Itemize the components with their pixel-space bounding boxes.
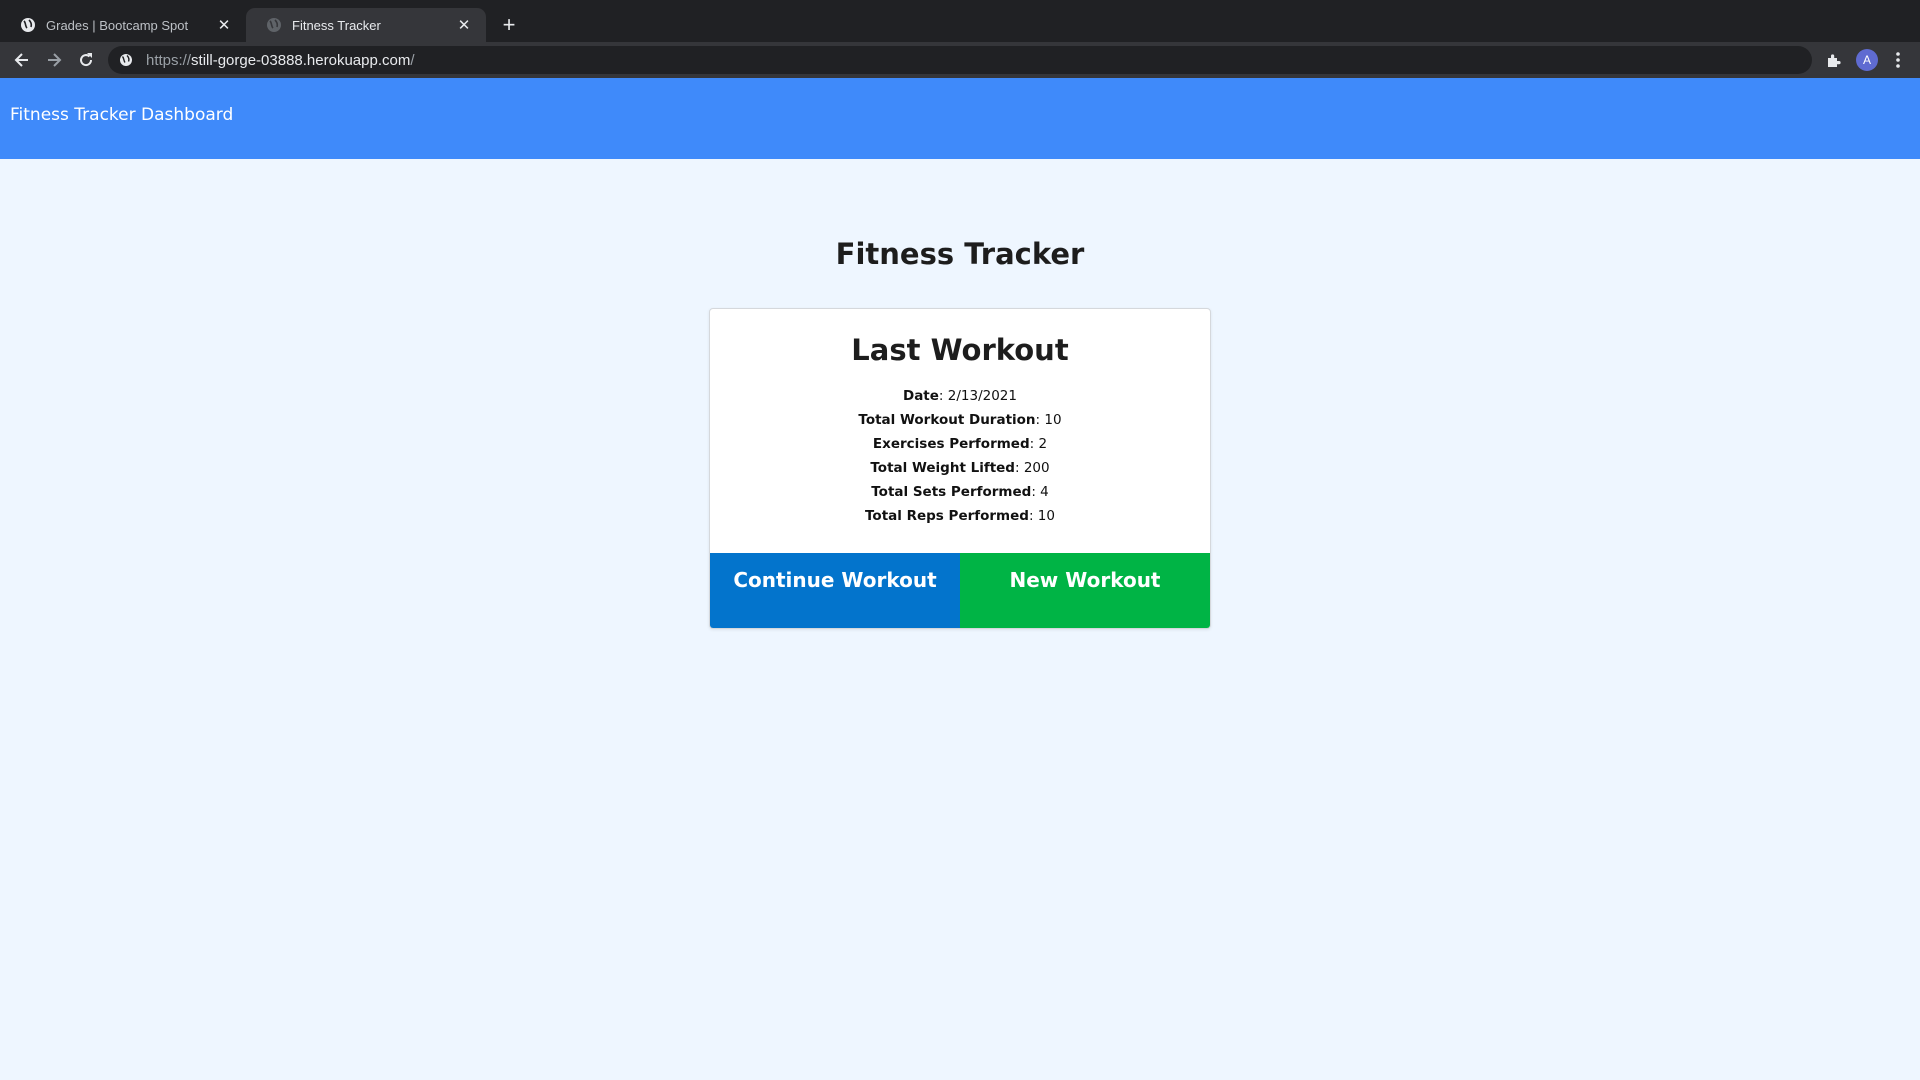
- stat-total-duration: Total Workout Duration: 10: [858, 412, 1062, 428]
- url-host: still-gorge-03888.herokuapp.com: [191, 51, 411, 69]
- stat-total-weight: Total Weight Lifted: 200: [870, 460, 1050, 476]
- stat-value: 2/13/2021: [947, 388, 1017, 404]
- back-arrow-icon[interactable]: [10, 48, 34, 72]
- site-info-icon[interactable]: [118, 52, 134, 68]
- new-tab-button[interactable]: +: [496, 13, 522, 39]
- stat-label: Date: [902, 388, 939, 404]
- forward-arrow-icon[interactable]: [42, 48, 66, 72]
- browser-tab-strip: Grades | Bootcamp Spot ✕ Fitness Tracker…: [0, 0, 1920, 42]
- page-title: Fitness Tracker: [835, 237, 1085, 271]
- profile-avatar[interactable]: A: [1856, 49, 1878, 71]
- stat-total-sets: Total Sets Performed: 4: [871, 484, 1049, 500]
- close-tab-icon[interactable]: ✕: [214, 15, 234, 35]
- tab-title: Grades | Bootcamp Spot: [46, 17, 189, 33]
- last-workout-card: Last Workout Date: 2/13/2021 Total Worko…: [709, 308, 1211, 629]
- stat-total-reps: Total Reps Performed: 10: [865, 508, 1055, 524]
- extensions-puzzle-icon[interactable]: [1822, 48, 1846, 72]
- tab-title: Fitness Tracker: [292, 17, 381, 33]
- globe-icon: [20, 17, 36, 33]
- url-scheme: https://: [146, 51, 192, 69]
- app-navbar: Fitness Tracker Dashboard: [0, 78, 1920, 159]
- new-workout-button[interactable]: New Workout: [960, 553, 1210, 628]
- stat-label: Exercises Performed: [872, 436, 1030, 452]
- browser-toolbar: https://still-gorge-03888.herokuapp.com/…: [0, 42, 1920, 78]
- navbar-brand[interactable]: Fitness Tracker Dashboard: [10, 105, 233, 125]
- address-bar[interactable]: https://still-gorge-03888.herokuapp.com/: [108, 46, 1812, 74]
- close-tab-icon[interactable]: ✕: [454, 15, 474, 35]
- workout-stats: Date: 2/13/2021 Total Workout Duration: …: [710, 384, 1210, 528]
- more-vert-icon[interactable]: [1886, 48, 1910, 72]
- stat-value: 4: [1040, 484, 1049, 500]
- stat-value: 2: [1038, 436, 1048, 452]
- url-path: /: [410, 51, 415, 69]
- globe-icon: [266, 17, 282, 33]
- stat-value: 10: [1044, 412, 1062, 428]
- stat-date: Date: 2/13/2021: [902, 388, 1017, 404]
- browser-tab-grades[interactable]: Grades | Bootcamp Spot ✕: [0, 8, 246, 42]
- stat-label: Total Weight Lifted: [870, 460, 1015, 476]
- browser-tab-fitness-tracker[interactable]: Fitness Tracker ✕: [246, 8, 486, 42]
- stat-label: Total Reps Performed: [865, 508, 1029, 524]
- stat-value: 200: [1023, 460, 1050, 476]
- url-text: https://still-gorge-03888.herokuapp.com/: [146, 52, 415, 69]
- reload-icon[interactable]: [74, 48, 98, 72]
- continue-workout-button[interactable]: Continue Workout: [710, 553, 960, 628]
- card-title: Last Workout: [851, 333, 1069, 367]
- stat-label: Total Sets Performed: [871, 484, 1032, 500]
- card-actions: Continue Workout New Workout: [710, 553, 1210, 628]
- stat-exercises-performed: Exercises Performed: 2: [872, 436, 1048, 452]
- stat-label: Total Workout Duration: [858, 412, 1036, 428]
- stat-value: 10: [1037, 508, 1055, 524]
